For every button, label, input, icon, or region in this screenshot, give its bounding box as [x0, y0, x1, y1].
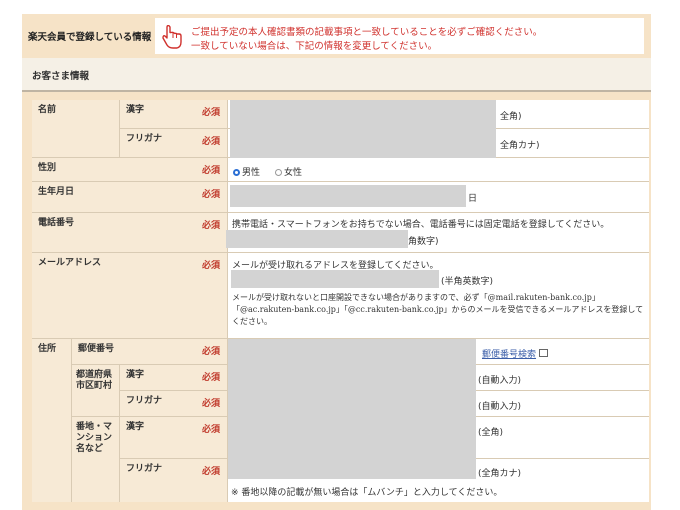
prefecture-furigana-label-cell: フリガナ 必須 [120, 391, 228, 417]
form-frame: 楽天会員で登録している情報 ご提出予定の本人確認書類の記載事項と一致していること… [22, 14, 651, 510]
header-title: 楽天会員で登録している情報 [28, 32, 152, 43]
street-furigana-hint: (全角カナ) [478, 469, 522, 479]
gender-value: 男性 女性 [228, 158, 649, 182]
gender-male-option[interactable]: 男性 [233, 165, 260, 178]
gender-male-label: 男性 [242, 168, 261, 178]
prefecture-label: 都道府県市区町村 [76, 370, 113, 391]
phone-note: 携帯電話・スマートフォンをお持ちでない場合、電話番号には固定電話を登録してくださ… [232, 220, 610, 230]
name-kanji-label: 漢字 [126, 105, 145, 115]
header-bar: 楽天会員で登録している情報 ご提出予定の本人確認書類の記載事項と一致していること… [22, 14, 651, 58]
email-value: メールが受け取れるアドレスを登録してください。 (半角英数字) メールが受け取れ… [228, 253, 649, 339]
notice-box: ご提出予定の本人確認書類の記載事項と一致していることを必ずご確認ください。 一致… [155, 18, 644, 54]
required-badge: 必須 [202, 467, 221, 477]
required-badge: 必須 [202, 373, 221, 383]
email-warning-line-1: メールが受け取れないと口座開設できない場合がありますので、必ず「@mail.ra… [232, 293, 600, 302]
radio-selected-icon[interactable] [233, 169, 240, 176]
notice-line-2: 一致していない場合は、下記の情報を変更してください。 [191, 41, 438, 52]
name-kanji-label-cell: 漢字 必須 [120, 100, 228, 129]
birthdate-suffix: 日 [468, 194, 478, 204]
prefecture-kanji-label-cell: 漢字 必須 [120, 365, 228, 391]
email-label-cell: メールアドレス 必須 [32, 253, 228, 339]
gender-female-option[interactable]: 女性 [275, 165, 302, 178]
prefecture-kanji-label: 漢字 [126, 370, 145, 380]
phone-label-cell: 電話番号 必須 [32, 213, 228, 253]
required-badge: 必須 [202, 166, 221, 176]
phone-label: 電話番号 [38, 218, 75, 228]
street-kanji-label: 漢字 [126, 422, 145, 432]
required-badge: 必須 [202, 108, 221, 118]
birthdate-input[interactable] [230, 185, 466, 207]
street-furigana-label: フリガナ [126, 464, 163, 474]
address-label: 住所 [38, 344, 57, 354]
birthdate-value: 日 [228, 182, 649, 213]
required-badge: 必須 [202, 425, 221, 435]
street-label: 番地・マンション名など [76, 422, 113, 454]
birthdate-label-cell: 生年月日 必須 [32, 182, 228, 213]
section-title: お客さま情報 [32, 71, 90, 82]
required-badge: 必須 [202, 190, 221, 200]
section-header: お客さま情報 [22, 58, 651, 92]
name-furigana-label: フリガナ [126, 134, 163, 144]
gender-label-cell: 性別 必須 [32, 158, 228, 182]
email-label: メールアドレス [38, 258, 102, 268]
postal-search-link[interactable]: 郵便番号検索 [482, 347, 549, 360]
street-label-cell: 番地・マンション名など [72, 417, 120, 502]
email-hint: (半角英数字) [441, 277, 494, 287]
required-badge: 必須 [202, 399, 221, 409]
name-kanji-input[interactable] [230, 100, 496, 129]
postal-label: 郵便番号 [78, 344, 115, 354]
birthdate-label: 生年月日 [38, 187, 75, 197]
address-footnote: ※ 番地以降の記載が無い場合は「ムバンチ」と入力してください。 [231, 488, 503, 498]
gender-label: 性別 [38, 163, 57, 173]
name-label: 名前 [38, 105, 57, 115]
postal-label-cell: 郵便番号 必須 [72, 339, 228, 365]
name-label-cell: 名前 [32, 100, 120, 158]
phone-value: 携帯電話・スマートフォンをお持ちでない場合、電話番号には固定電話を登録してくださ… [226, 213, 649, 253]
name-furigana-hint: 全角カナ) [500, 141, 540, 151]
name-kanji-value: 全角) [228, 100, 649, 129]
name-furigana-input[interactable] [230, 129, 496, 158]
required-badge: 必須 [202, 221, 221, 231]
prefecture-furigana-auto: (自動入力) [478, 402, 522, 412]
email-warning-line-3: ください。 [232, 317, 272, 326]
name-kanji-hint: 全角) [500, 112, 522, 122]
external-window-icon [539, 349, 549, 357]
pointing-hand-icon [162, 25, 182, 49]
name-furigana-label-cell: フリガナ 必須 [120, 129, 228, 158]
street-kanji-label-cell: 漢字 必須 [120, 417, 228, 459]
postal-search-label[interactable]: 郵便番号検索 [482, 350, 536, 360]
prefecture-label-cell: 都道府県市区町村 [72, 365, 120, 417]
street-kanji-hint: (全角) [478, 428, 504, 438]
required-badge: 必須 [202, 137, 221, 147]
email-input[interactable] [231, 270, 439, 288]
prefecture-furigana-label: フリガナ [126, 396, 163, 406]
required-badge: 必須 [202, 347, 221, 357]
required-badge: 必須 [202, 261, 221, 271]
customer-info-table: 名前 漢字 必須 全角) フリガナ 必須 全角カナ) 性別 必須 男性 女性 生… [32, 100, 649, 502]
radio-unselected-icon[interactable] [275, 169, 282, 176]
phone-input[interactable] [226, 230, 408, 248]
street-furigana-label-cell: フリガナ 必須 [120, 459, 228, 502]
address-label-cell: 住所 [32, 339, 72, 502]
gender-female-label: 女性 [284, 168, 303, 178]
prefecture-kanji-auto: (自動入力) [478, 376, 522, 386]
address-inputs-masked[interactable] [228, 339, 476, 479]
phone-hint: 角数字) [408, 237, 439, 247]
name-furigana-value: 全角カナ) [228, 129, 649, 158]
email-warning-line-2: 「@ac.rakuten-bank.co.jp」「@cc.rakuten-ban… [232, 305, 644, 314]
notice-line-1: ご提出予定の本人確認書類の記載事項と一致していることを必ずご確認ください。 [191, 27, 543, 38]
